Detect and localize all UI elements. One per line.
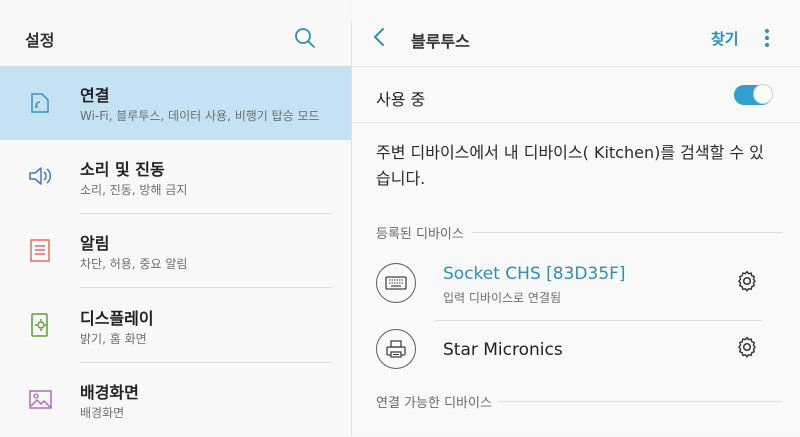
speaker-icon bbox=[26, 162, 54, 190]
section-header-registered: 등록된 디바이스 bbox=[376, 223, 782, 242]
menu-item-notifications[interactable]: 알림 차단, 허용, 중요 알림 bbox=[0, 214, 351, 288]
divider bbox=[435, 320, 762, 321]
visibility-description: 주변 디바이스에서 내 디바이스( Kitchen)를 검색할 수 있습니다. bbox=[376, 143, 764, 188]
device-name: Star Micronics bbox=[443, 340, 563, 360]
printer-icon bbox=[376, 329, 416, 369]
menu-item-label: 디스플레이 bbox=[80, 309, 154, 328]
bluetooth-pane: 블루투스 찾기 사용 중 주변 디바이스에서 내 디바이스( Kitchen)를… bbox=[352, 0, 800, 435]
toggle-knob bbox=[753, 84, 773, 104]
settings-header: 설정 bbox=[0, 6, 351, 66]
gear-icon[interactable] bbox=[735, 335, 759, 359]
menu-item-wallpaper[interactable]: 배경화면 배경화면 bbox=[0, 363, 351, 437]
page-title: 블루투스 bbox=[411, 32, 470, 51]
section-header-available: 연결 가능한 디바이스 bbox=[376, 392, 782, 411]
keyboard-icon bbox=[376, 263, 416, 303]
find-button[interactable]: 찾기 bbox=[711, 28, 739, 49]
bluetooth-toggle[interactable] bbox=[734, 84, 773, 105]
more-options-icon[interactable] bbox=[757, 24, 777, 52]
bluetooth-header: 블루투스 찾기 bbox=[352, 6, 800, 66]
menu-item-sound[interactable]: 소리 및 진동 소리, 진동, 방해 금지 bbox=[0, 140, 351, 214]
menu-item-label: 소리 및 진동 bbox=[80, 160, 165, 179]
page-title: 설정 bbox=[25, 31, 55, 50]
menu-item-subtitle: 차단, 허용, 중요 알림 bbox=[80, 257, 188, 271]
section-title: 등록된 디바이스 bbox=[376, 227, 464, 242]
menu-item-label: 배경화면 bbox=[80, 383, 139, 402]
settings-pane: 설정 연결 Wi-Fi, 블루투스, 데이터 사용, 비행기 탑승 모드 소리 … bbox=[0, 0, 351, 435]
menu-item-subtitle: 밝기, 홈 화면 bbox=[80, 332, 147, 346]
back-arrow-icon[interactable] bbox=[370, 26, 390, 48]
menu-item-subtitle: Wi-Fi, 블루투스, 데이터 사용, 비행기 탑승 모드 bbox=[80, 109, 320, 123]
device-item-star-micronics[interactable]: Star Micronics bbox=[352, 322, 800, 380]
connections-icon bbox=[26, 88, 54, 116]
bluetooth-toggle-row[interactable]: 사용 중 bbox=[352, 66, 800, 122]
divider bbox=[352, 122, 800, 123]
toggle-label: 사용 중 bbox=[376, 90, 426, 109]
divider bbox=[498, 401, 782, 402]
menu-item-connections[interactable]: 연결 Wi-Fi, 블루투스, 데이터 사용, 비행기 탑승 모드 bbox=[0, 66, 351, 140]
section-title: 연결 가능한 디바이스 bbox=[376, 396, 492, 411]
wallpaper-icon bbox=[26, 385, 54, 413]
menu-item-label: 알림 bbox=[80, 234, 110, 253]
menu-item-subtitle: 배경화면 bbox=[80, 406, 125, 420]
device-name: Socket CHS [83D35F] bbox=[443, 264, 626, 284]
display-icon bbox=[26, 311, 54, 339]
gear-icon[interactable] bbox=[735, 269, 759, 293]
device-status: 입력 디바이스로 연결됨 bbox=[443, 291, 562, 305]
search-icon[interactable] bbox=[291, 24, 319, 52]
menu-item-label: 연결 bbox=[80, 86, 110, 105]
notification-icon bbox=[26, 236, 54, 264]
divider bbox=[472, 232, 782, 233]
device-item-socket[interactable]: Socket CHS [83D35F] 입력 디바이스로 연결됨 bbox=[352, 256, 800, 314]
divider bbox=[80, 287, 332, 288]
menu-item-display[interactable]: 디스플레이 밝기, 홈 화면 bbox=[0, 289, 351, 363]
menu-item-subtitle: 소리, 진동, 방해 금지 bbox=[80, 183, 188, 197]
